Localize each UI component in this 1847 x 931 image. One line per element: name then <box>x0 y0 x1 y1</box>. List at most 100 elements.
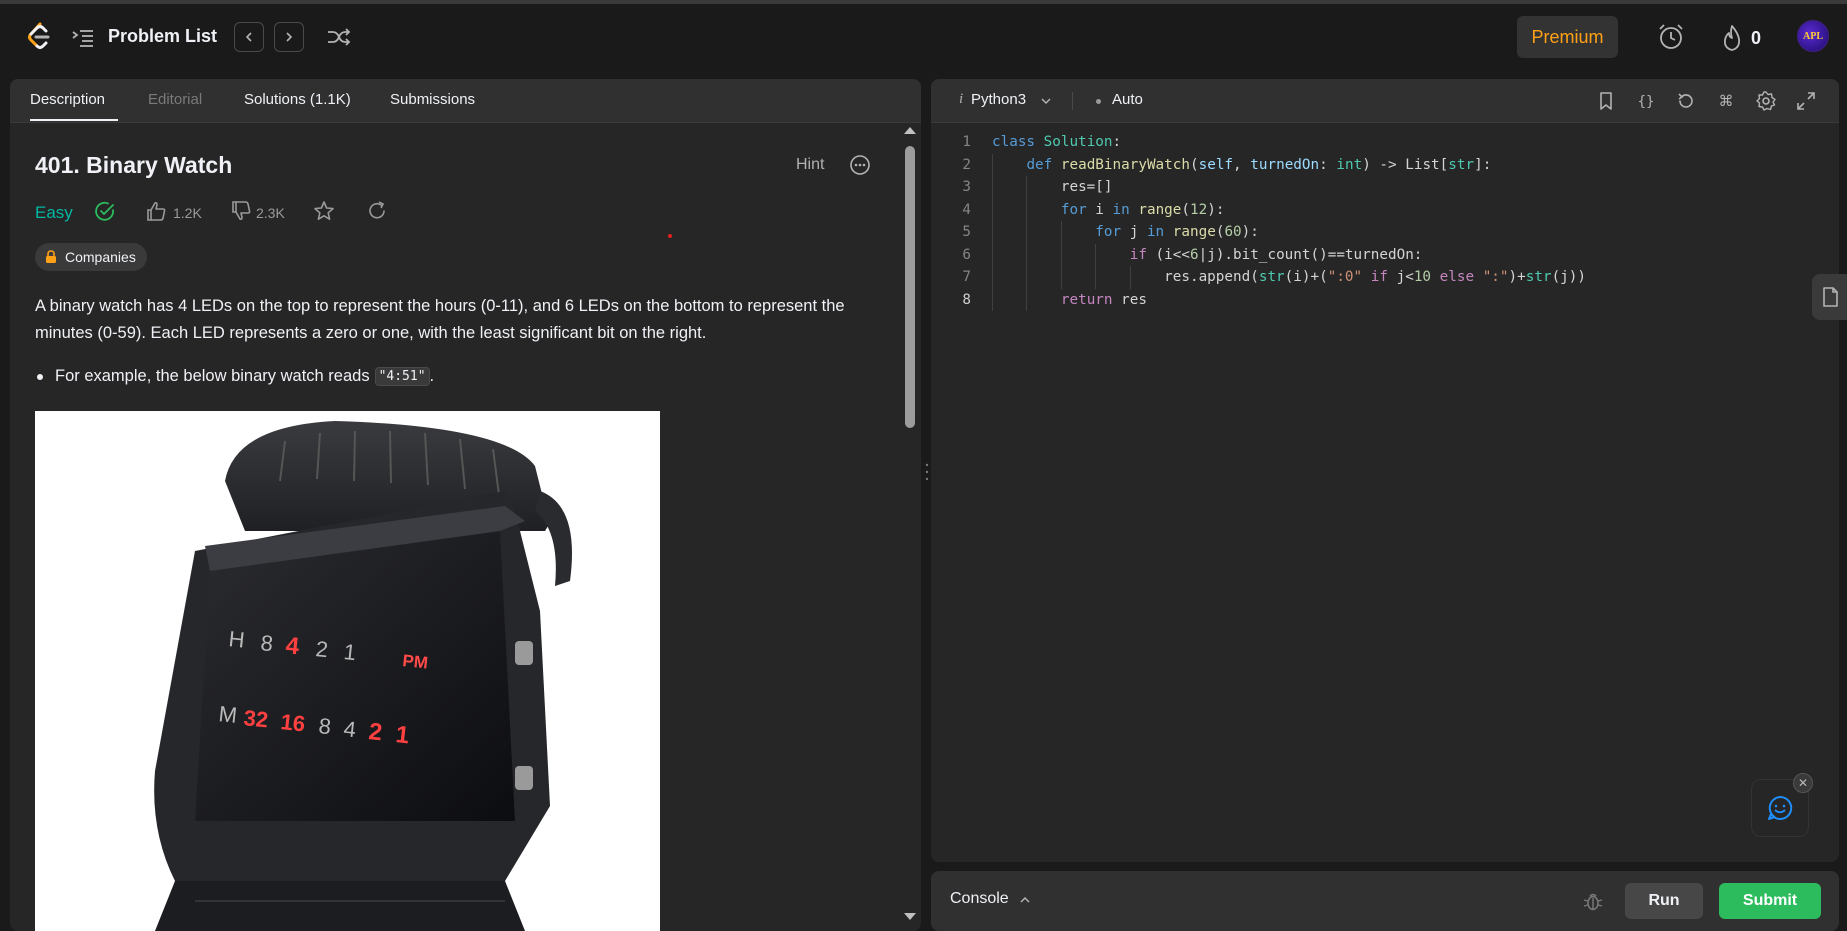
prev-problem-button[interactable] <box>234 22 264 52</box>
tab-description[interactable]: Description <box>30 91 105 108</box>
watch-minute-led-2: 2 <box>367 718 383 746</box>
problem-description: A binary watch has 4 LEDs on the top to … <box>35 297 845 342</box>
line-number: 4 <box>962 201 971 218</box>
companies-label: Companies <box>65 249 136 265</box>
premium-button[interactable]: Premium <box>1517 16 1618 58</box>
description-panel: Description Editorial Solutions (1.1K) S… <box>10 79 921 931</box>
watch-minute-led-16: 16 <box>279 709 306 736</box>
svg-text:⌘: ⌘ <box>1719 92 1734 110</box>
code-line[interactable]: 1 class Solution: <box>931 131 1839 154</box>
code-area[interactable]: 1 class Solution: 2 def readBinaryWatch(se… <box>931 131 1839 311</box>
watch-hour-label: H <box>227 626 245 653</box>
like-count: 1.2K <box>173 205 202 221</box>
chevron-right-icon <box>286 32 293 42</box>
scroll-down-arrow-icon[interactable] <box>904 913 916 920</box>
example-time-code: "4:51" <box>374 367 430 386</box>
side-notes-tab[interactable] <box>1812 274 1847 320</box>
bookmark-icon[interactable] <box>1595 90 1617 112</box>
problem-list-link[interactable]: Problem List <box>108 26 217 47</box>
problem-list-icon[interactable] <box>71 28 95 48</box>
scrollbar-thumb[interactable] <box>905 146 915 428</box>
line-number: 2 <box>962 156 971 173</box>
watch-hour-led-2: 2 <box>314 636 329 662</box>
language-selector[interactable]: Python3 <box>971 91 1026 108</box>
reset-code-icon[interactable] <box>1675 90 1697 112</box>
toolbar-divider <box>1072 92 1073 110</box>
dislike-count: 2.3K <box>256 205 285 221</box>
avatar-text: APL <box>1803 30 1823 42</box>
console-toggle[interactable]: Console <box>950 890 1009 908</box>
code-text: if (i<<6|j).bit_count()==turnedOn: <box>1129 246 1423 263</box>
scroll-up-arrow-icon[interactable] <box>904 127 916 134</box>
auto-status-dot <box>1096 99 1101 104</box>
code-text: res=[] <box>992 179 1113 195</box>
code-text: return res <box>1060 291 1147 308</box>
line-number: 5 <box>962 224 971 240</box>
tab-editorial[interactable]: Editorial <box>148 91 202 108</box>
watch-minute-led-1: 1 <box>394 721 410 749</box>
favorite-star-icon[interactable] <box>313 200 335 222</box>
shuffle-icon[interactable] <box>326 26 352 48</box>
next-problem-button[interactable] <box>274 22 304 52</box>
share-icon[interactable] <box>366 200 388 222</box>
binary-watch-image: H 8 4 2 1 PM M 32 16 8 4 2 1 <box>35 411 660 931</box>
panel-resize-handle[interactable] <box>925 462 929 482</box>
line-number: 1 <box>962 134 971 150</box>
code-line[interactable]: 3 res=[] <box>931 176 1839 199</box>
fullscreen-expand-icon[interactable] <box>1795 90 1817 112</box>
svg-text:{}: {} <box>1638 94 1655 110</box>
format-braces-icon[interactable]: {} <box>1635 90 1657 112</box>
language-icon: i <box>959 91 964 107</box>
submit-button[interactable]: Submit <box>1719 883 1821 919</box>
code-text: def readBinaryWatch(self, turnedOn: int)… <box>1026 156 1492 173</box>
alarm-clock-icon[interactable] <box>1656 22 1686 52</box>
bullet-dot <box>37 373 43 380</box>
lock-icon <box>46 250 56 263</box>
binary-watch-illustration: H 8 4 2 1 PM M 32 16 8 4 2 1 <box>154 421 572 931</box>
line-number: 6 <box>962 246 971 263</box>
leetcode-logo-icon[interactable] <box>26 22 52 52</box>
watch-minute-led-4: 4 <box>342 716 357 742</box>
streak-count: 0 <box>1751 28 1762 48</box>
tab-solutions[interactable]: Solutions (1.1K) <box>244 91 351 108</box>
auto-mode-label[interactable]: Auto <box>1112 91 1143 108</box>
hint-button[interactable]: Hint <box>796 156 824 174</box>
user-avatar[interactable]: APL <box>1797 20 1829 52</box>
tab-submissions[interactable]: Submissions <box>390 91 475 108</box>
example-text: For example, the below binary watch read… <box>55 367 370 385</box>
watch-minute-led-32: 32 <box>242 705 269 732</box>
watch-hour-led-8: 8 <box>259 630 274 656</box>
line-number: 8 <box>962 291 971 308</box>
run-button[interactable]: Run <box>1625 883 1703 919</box>
code-line[interactable]: 5 for j in range(60): <box>931 221 1839 244</box>
top-navbar: Problem List Premium 0 APL <box>0 4 1847 70</box>
thumbs-up-icon[interactable] <box>145 200 167 222</box>
code-text: res.append(str(i)+(":0" if j<10 else ":"… <box>992 269 1586 285</box>
companies-tag[interactable]: Companies <box>35 243 147 271</box>
difficulty-badge: Easy <box>35 203 73 222</box>
chevron-up-icon[interactable] <box>1018 893 1032 907</box>
watch-minute-label: M <box>217 701 238 728</box>
chat-close-icon[interactable]: ✕ <box>1793 773 1813 793</box>
code-editor-panel: i Python3 Auto {} ⌘ 1 class Solution: 2 … <box>931 79 1839 862</box>
code-line[interactable]: 6 if (i<<6|j).bit_count()==turnedOn: <box>931 243 1839 266</box>
code-line[interactable]: 4 for i in range(12): <box>931 198 1839 221</box>
settings-gear-icon[interactable] <box>1755 90 1777 112</box>
shortcuts-command-icon[interactable]: ⌘ <box>1715 90 1737 112</box>
chat-bubble-icon <box>1768 795 1793 820</box>
code-line[interactable]: 2 def readBinaryWatch(self, turnedOn: in… <box>931 153 1839 176</box>
streak-flame-icon[interactable] <box>1720 24 1744 52</box>
debug-bug-icon[interactable] <box>1582 890 1604 912</box>
problem-title: 401. Binary Watch <box>35 152 233 178</box>
code-line[interactable]: 8 return res <box>931 288 1839 311</box>
more-options-icon[interactable] <box>849 154 871 176</box>
description-tabs: Description Editorial Solutions (1.1K) S… <box>10 79 921 123</box>
thumbs-down-icon[interactable] <box>230 200 252 222</box>
active-tab-indicator <box>30 119 118 121</box>
code-line[interactable]: 7 res.append(str(i)+(":0" if j<10 else "… <box>931 266 1839 289</box>
editor-toolbar: i Python3 Auto {} ⌘ <box>931 79 1839 123</box>
solved-check-icon <box>95 201 114 221</box>
chevron-down-icon[interactable] <box>1039 94 1053 108</box>
cursor-dot <box>668 234 672 238</box>
chevron-left-icon <box>245 32 252 42</box>
